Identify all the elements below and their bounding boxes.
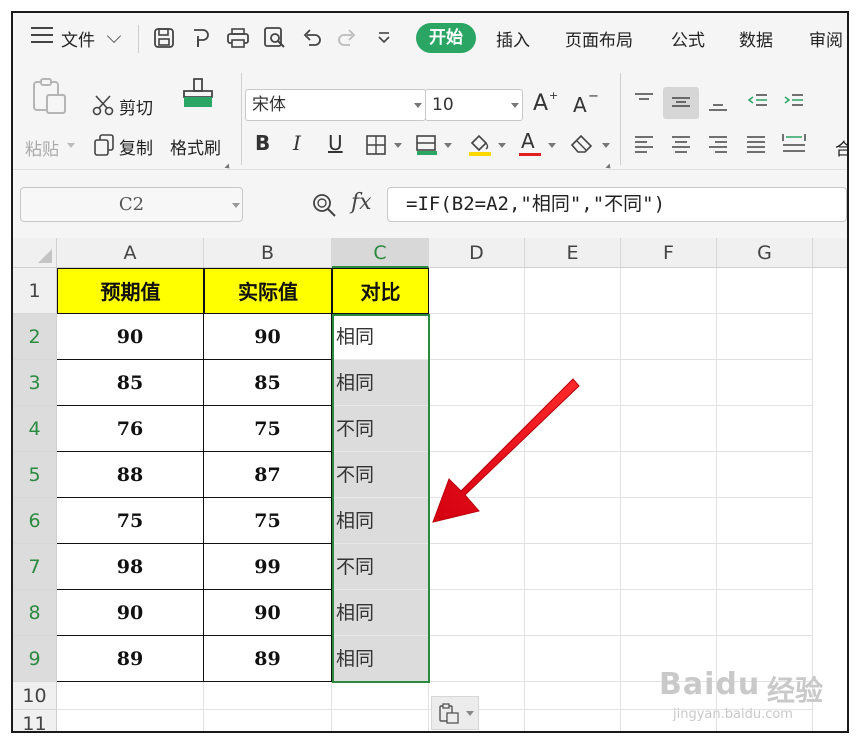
watermark-url: jingyan.baidu.com [673, 707, 793, 722]
red-arrow-annotation [432, 378, 580, 523]
app-window: 文件 开始 插入 页面布局 公式 数据 审阅 粘贴 剪切 复制 格式刷 宋体 1… [11, 11, 849, 733]
watermark-brand: Baidu [659, 667, 761, 702]
watermark-brand-cn: 经验 [767, 674, 824, 707]
